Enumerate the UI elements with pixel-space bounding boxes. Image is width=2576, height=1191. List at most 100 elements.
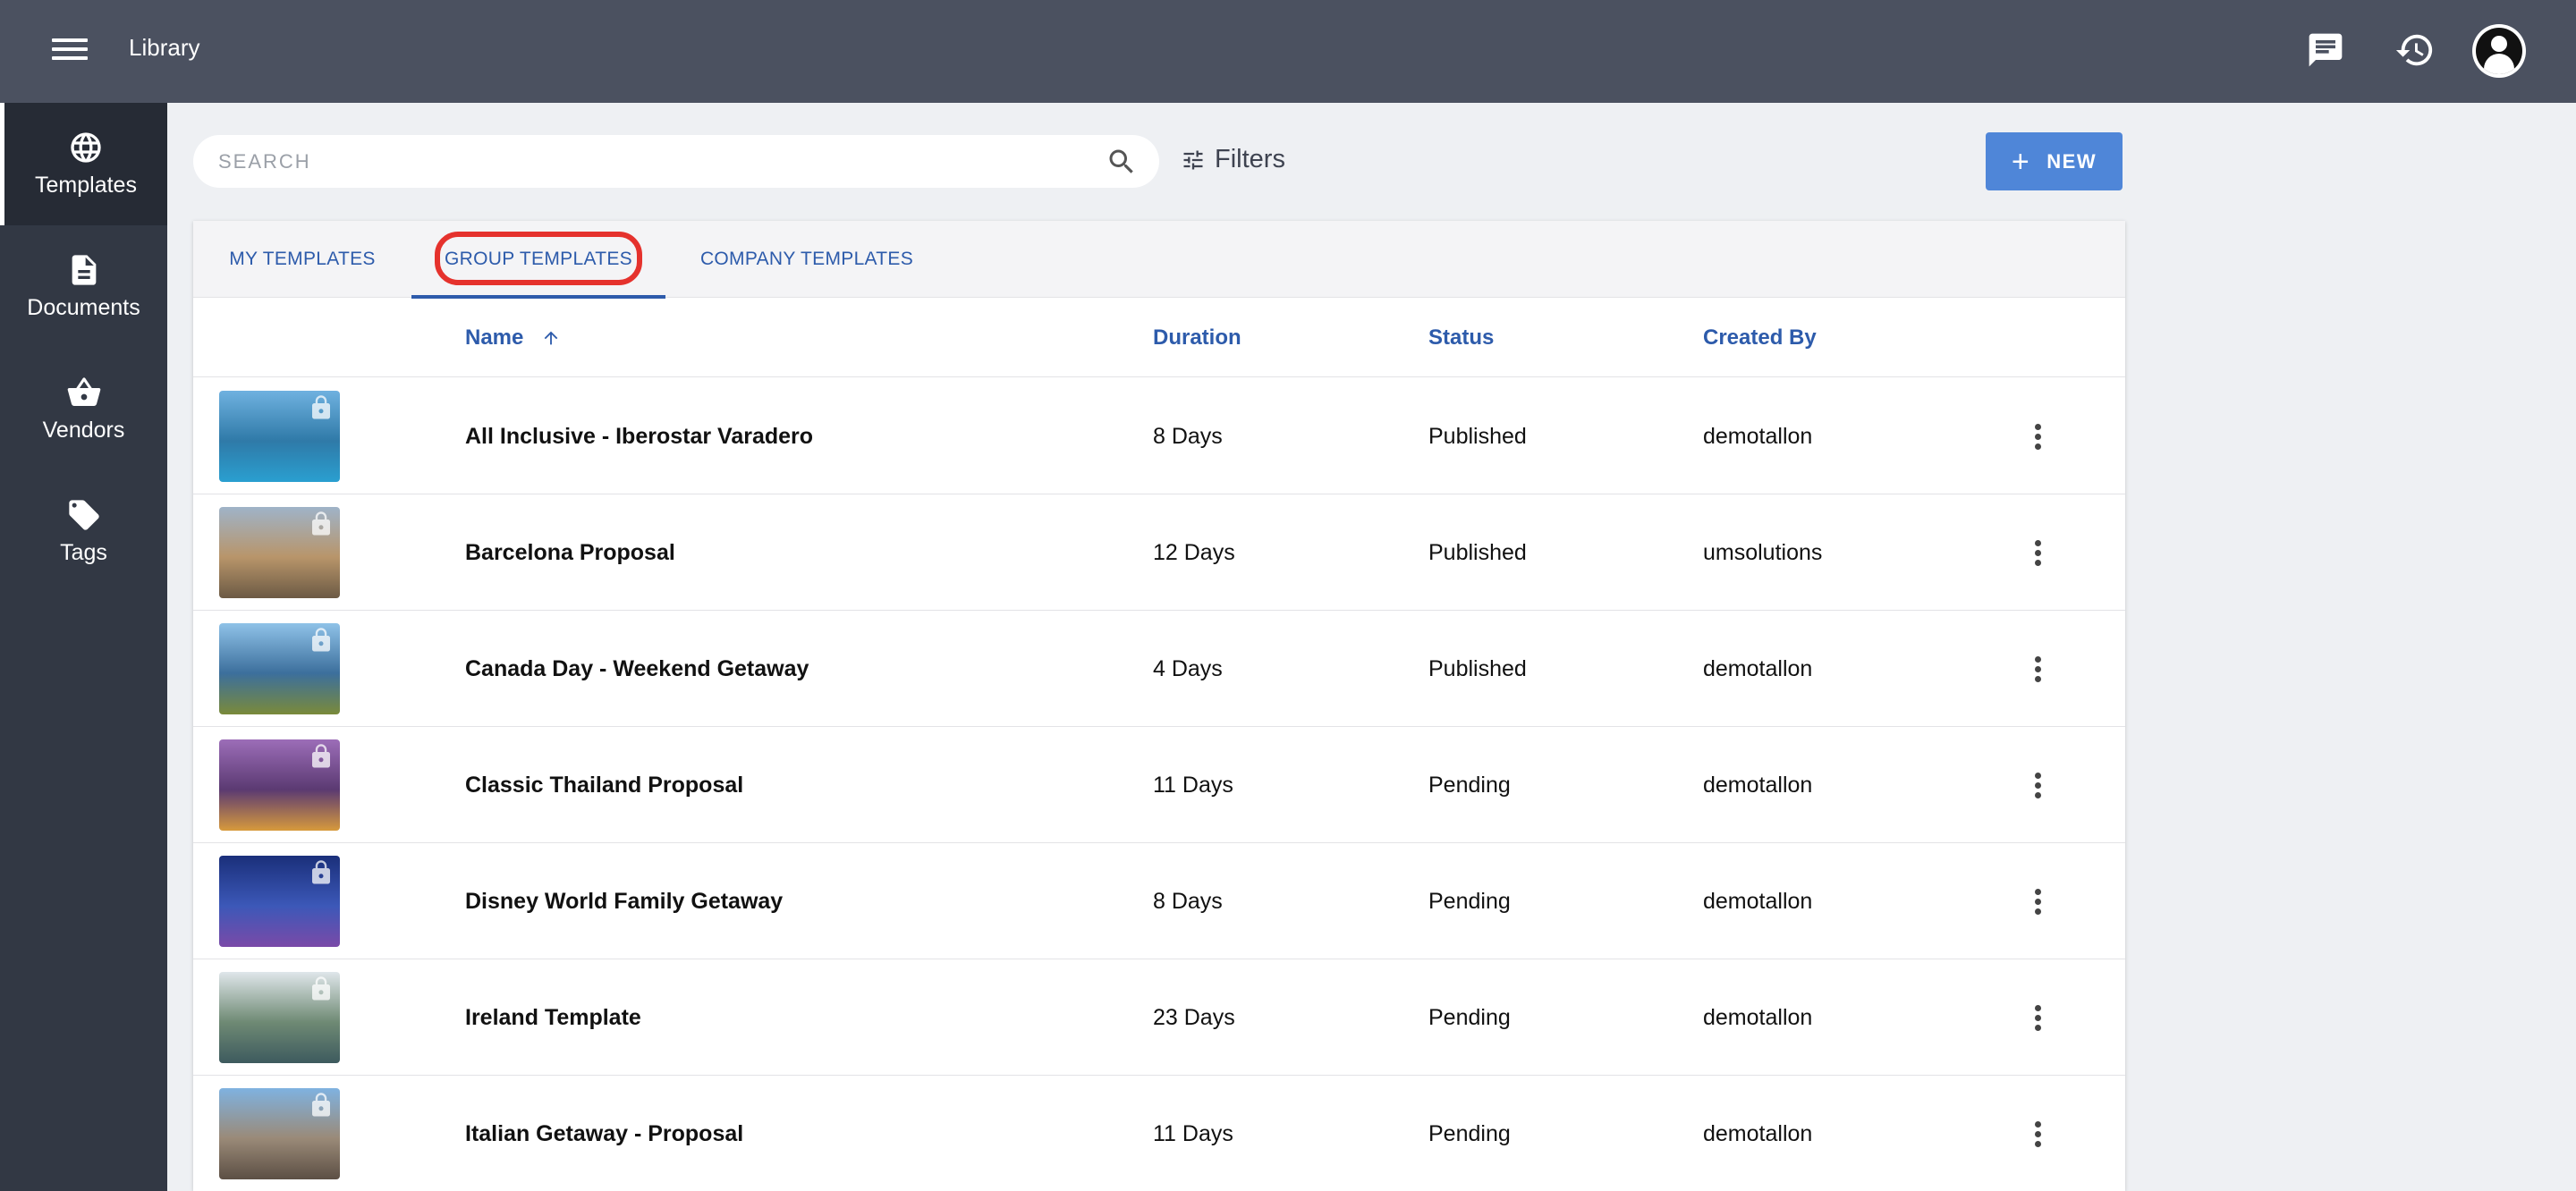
sidebar-item-tags[interactable]: Tags	[0, 470, 167, 593]
row-name: Italian Getaway - Proposal	[465, 1120, 744, 1146]
row-created-by: demotallon	[1703, 655, 1813, 681]
template-thumbnail	[219, 507, 340, 598]
top-bar: Library	[0, 0, 2576, 103]
globe-icon	[71, 132, 101, 163]
row-name: All Inclusive - Iberostar Varadero	[465, 423, 814, 449]
table-header: Name Duration Status Created By	[193, 298, 2125, 377]
column-label: Status	[1428, 325, 1495, 350]
table-row[interactable]: Disney World Family Getaway 8 Days Pendi…	[193, 843, 2125, 959]
column-label: Duration	[1153, 325, 1241, 350]
row-name: Barcelona Proposal	[465, 539, 675, 565]
lock-icon	[308, 394, 335, 426]
lock-icon	[308, 627, 335, 658]
more-options-icon[interactable]	[2020, 883, 2055, 919]
basket-icon	[67, 377, 100, 406]
row-name: Ireland Template	[465, 1004, 641, 1030]
row-status: Pending	[1428, 772, 1511, 798]
table-row[interactable]: All Inclusive - Iberostar Varadero 8 Day…	[193, 378, 2125, 494]
new-button[interactable]: + NEW	[1986, 132, 2123, 190]
column-header-duration[interactable]: Duration	[1153, 298, 1241, 377]
sidebar-item-label: Vendors	[42, 418, 125, 443]
row-name: Classic Thailand Proposal	[465, 772, 744, 798]
tab-group-templates[interactable]: GROUP TEMPLATES	[411, 221, 665, 299]
templates-card: MY TEMPLATES GROUP TEMPLATES COMPANY TEM…	[193, 221, 2125, 1191]
page-title: Library	[129, 34, 200, 61]
chat-icon[interactable]	[2301, 25, 2351, 75]
column-header-created-by[interactable]: Created By	[1703, 298, 1817, 377]
row-duration: 8 Days	[1153, 888, 1223, 914]
more-options-icon[interactable]	[2020, 1116, 2055, 1152]
template-thumbnail	[219, 391, 340, 482]
row-duration: 11 Days	[1153, 772, 1233, 798]
column-header-status[interactable]: Status	[1428, 298, 1494, 377]
search-bar	[193, 135, 1159, 188]
row-status: Pending	[1428, 888, 1511, 914]
search-input[interactable]	[218, 149, 1159, 173]
sidebar-item-templates[interactable]: Templates	[0, 103, 167, 225]
column-label: Created By	[1703, 325, 1817, 350]
row-duration: 8 Days	[1153, 423, 1223, 449]
avatar[interactable]	[2472, 24, 2526, 78]
lock-icon	[308, 743, 335, 774]
lock-icon	[308, 511, 335, 542]
tab-label: MY TEMPLATES	[229, 249, 376, 269]
sidebar-item-vendors[interactable]: Vendors	[0, 348, 167, 470]
table-row[interactable]: Ireland Template 23 Days Pending demotal…	[193, 959, 2125, 1076]
sidebar-item-documents[interactable]: Documents	[0, 225, 167, 348]
row-created-by: demotallon	[1703, 1004, 1813, 1030]
column-label: Name	[465, 325, 524, 350]
row-duration: 23 Days	[1153, 1004, 1235, 1030]
template-thumbnail	[219, 972, 340, 1063]
row-status: Published	[1428, 423, 1527, 449]
table-row[interactable]: Canada Day - Weekend Getaway 4 Days Publ…	[193, 611, 2125, 727]
search-icon[interactable]	[1106, 146, 1138, 178]
column-header-name[interactable]: Name	[465, 298, 561, 377]
tune-icon	[1183, 150, 1203, 169]
more-options-icon[interactable]	[2020, 767, 2055, 803]
tab-bar: MY TEMPLATES GROUP TEMPLATES COMPANY TEM…	[193, 221, 2125, 299]
user-icon	[2476, 28, 2522, 74]
row-created-by: demotallon	[1703, 772, 1813, 798]
row-created-by: umsolutions	[1703, 539, 1823, 565]
row-created-by: demotallon	[1703, 888, 1813, 914]
more-options-icon[interactable]	[2020, 1000, 2055, 1035]
sidebar-item-label: Tags	[60, 540, 107, 565]
filters-button[interactable]: Filters	[1181, 145, 1285, 174]
tag-icon	[68, 500, 99, 530]
row-duration: 4 Days	[1153, 655, 1223, 681]
more-options-icon[interactable]	[2020, 651, 2055, 687]
menu-icon[interactable]	[50, 33, 89, 69]
filters-label: Filters	[1215, 145, 1285, 173]
new-button-label: NEW	[2046, 149, 2097, 173]
more-options-icon[interactable]	[2020, 418, 2055, 454]
template-thumbnail	[219, 856, 340, 947]
row-name: Canada Day - Weekend Getaway	[465, 655, 809, 681]
more-options-icon[interactable]	[2020, 535, 2055, 570]
tab-my-templates[interactable]: MY TEMPLATES	[193, 221, 411, 298]
template-thumbnail	[219, 623, 340, 714]
row-status: Pending	[1428, 1120, 1511, 1146]
row-duration: 12 Days	[1153, 539, 1235, 565]
plus-icon: +	[2011, 144, 2031, 179]
sidebar-item-label: Templates	[35, 173, 137, 198]
tab-label: GROUP TEMPLATES	[445, 249, 632, 269]
lock-icon	[308, 859, 335, 891]
row-status: Published	[1428, 655, 1527, 681]
history-icon[interactable]	[2390, 25, 2440, 75]
tab-company-templates[interactable]: COMPANY TEMPLATES	[665, 221, 948, 298]
arrow-up-icon	[545, 331, 558, 344]
row-duration: 11 Days	[1153, 1120, 1233, 1146]
table-row[interactable]: Barcelona Proposal 12 Days Published ums…	[193, 494, 2125, 611]
template-thumbnail	[219, 739, 340, 831]
table-row[interactable]: Classic Thailand Proposal 11 Days Pendin…	[193, 727, 2125, 843]
sidebar-item-label: Documents	[27, 295, 140, 320]
template-thumbnail	[219, 1088, 340, 1179]
table-row[interactable]: Italian Getaway - Proposal 11 Days Pendi…	[193, 1076, 2125, 1191]
lock-icon	[308, 976, 335, 1007]
row-name: Disney World Family Getaway	[465, 888, 784, 914]
tab-label: COMPANY TEMPLATES	[699, 249, 914, 269]
lock-icon	[308, 1092, 335, 1123]
row-status: Published	[1428, 539, 1527, 565]
row-created-by: demotallon	[1703, 1120, 1813, 1146]
document-icon	[72, 255, 96, 285]
